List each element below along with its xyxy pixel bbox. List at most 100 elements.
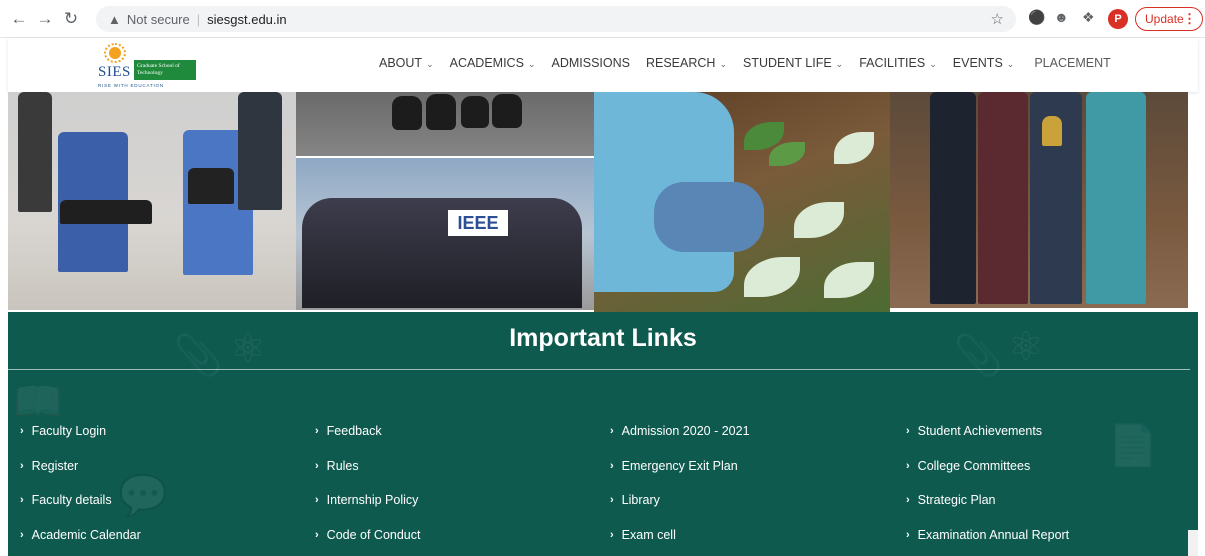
chevron-right-icon: ›	[315, 529, 319, 542]
link-student-achievements[interactable]: › Student Achievements	[906, 424, 1069, 459]
nav-admissions[interactable]: ADMISSIONS	[551, 56, 630, 70]
scrollbar[interactable]	[1188, 530, 1198, 556]
person-figure	[18, 92, 52, 212]
project-model	[60, 200, 152, 224]
nav-about[interactable]: ABOUT ⌄	[379, 56, 434, 70]
links-column-3: › Admission 2020 - 2021 › Emergency Exit P…	[610, 424, 750, 556]
link-library[interactable]: › Library	[610, 493, 750, 528]
link-emergency-exit-plan[interactable]: › Emergency Exit Plan	[610, 459, 750, 494]
plant-leaf	[834, 132, 874, 164]
person-figure	[930, 92, 976, 304]
chevron-right-icon: ›	[906, 494, 910, 507]
link-faculty-login[interactable]: › Faculty Login	[20, 424, 141, 459]
chevron-right-icon: ›	[610, 459, 614, 472]
chevron-right-icon: ›	[315, 459, 319, 472]
chevron-down-icon: ⌄	[426, 59, 434, 69]
link-code-of-conduct[interactable]: › Code of Conduct	[315, 528, 420, 556]
document-icon: 📄	[1108, 424, 1158, 468]
link-college-committees[interactable]: › College Committees	[906, 459, 1069, 494]
star-icon[interactable]: ☆	[991, 10, 1004, 28]
nav-academics[interactable]: ACADEMICS ⌄	[450, 56, 536, 70]
chevron-right-icon: ›	[20, 529, 24, 542]
update-label: Update	[1145, 12, 1184, 26]
security-label: Not secure	[126, 11, 190, 27]
nav-label: STUDENT LIFE	[743, 56, 832, 70]
chevron-right-icon: ›	[20, 459, 24, 472]
link-faculty-details[interactable]: › Faculty details	[20, 493, 141, 528]
photo-trophy-team	[890, 92, 1188, 308]
nav-label: PLACEMENT	[1034, 56, 1111, 70]
chevron-right-icon: ›	[20, 425, 24, 437]
nav-label: ADMISSIONS	[551, 56, 630, 70]
project-model	[188, 168, 234, 204]
nav-student-life[interactable]: STUDENT LIFE ⌄	[743, 56, 843, 70]
link-exam-cell[interactable]: › Exam cell	[610, 528, 750, 556]
links-column-4: › Student Achievements › College Committee…	[906, 424, 1069, 556]
link-label: Faculty Login	[31, 424, 107, 438]
nav-events[interactable]: EVENTS ⌄	[953, 56, 1015, 70]
chevron-right-icon: ›	[315, 425, 319, 437]
chevron-right-icon: ›	[20, 494, 24, 507]
link-label: Register	[31, 458, 79, 473]
link-rules[interactable]: › Rules	[315, 459, 420, 494]
kebab-menu-icon[interactable]: ⋮	[1183, 11, 1196, 27]
chevron-right-icon: ›	[610, 494, 614, 507]
bag-shape	[492, 94, 522, 128]
sies-logo[interactable]: SIES Graduate School of Technology RISE …	[98, 42, 208, 88]
bag-shape	[426, 94, 456, 130]
nav-label: EVENTS	[952, 56, 1003, 70]
jeans-figure	[654, 182, 764, 252]
link-academic-calendar[interactable]: › Academic Calendar	[20, 528, 141, 556]
link-label: Strategic Plan	[917, 493, 996, 508]
avatar[interactable]: P	[1108, 9, 1128, 29]
main-nav: ABOUT ⌄ ACADEMICS ⌄ ADMISSIONS RESEARCH ⌄ S…	[379, 56, 1127, 70]
link-strategic-plan[interactable]: › Strategic Plan	[906, 493, 1069, 528]
chevron-right-icon: ›	[906, 529, 910, 542]
plant-leaf	[744, 257, 800, 297]
photo-students-projects	[8, 92, 296, 310]
forward-arrow-icon[interactable]: →	[32, 6, 58, 32]
address-bar[interactable]: ▲ Not secure | siesgst.edu.in ☆	[96, 6, 1016, 32]
link-label: Library	[621, 493, 660, 508]
plant-leaf	[769, 142, 805, 166]
person-figure	[978, 92, 1028, 304]
link-examination-annual-report[interactable]: › Examination Annual Report	[906, 528, 1069, 556]
panda-extension-icon[interactable]: ☻	[1054, 9, 1069, 25]
extension-icon[interactable]: ⚫	[1028, 9, 1045, 26]
link-register[interactable]: › Register	[20, 459, 141, 494]
warning-icon: ▲	[108, 11, 121, 27]
photo-garbage-bags	[296, 92, 594, 156]
link-admission[interactable]: › Admission 2020 - 2021	[610, 424, 750, 459]
sun-icon	[104, 43, 126, 63]
reload-icon[interactable]: ↻	[58, 6, 84, 32]
link-label: Faculty details	[31, 493, 112, 508]
nav-research[interactable]: RESEARCH ⌄	[646, 56, 727, 70]
nav-label: FACILITIES	[859, 56, 926, 70]
link-label: Internship Policy	[326, 493, 419, 508]
plant-leaf	[794, 202, 844, 238]
puzzle-icon[interactable]: ❖	[1082, 9, 1095, 26]
person-figure	[238, 92, 282, 210]
group-figures	[302, 198, 582, 308]
link-feedback[interactable]: › Feedback	[315, 424, 420, 459]
nav-placement[interactable]: PLACEMENT	[1034, 56, 1110, 70]
browser-toolbar: ← → ↻ ▲ Not secure | siesgst.edu.in ☆ ⚫ …	[0, 0, 1205, 38]
bag-shape	[392, 96, 422, 130]
link-label: Emergency Exit Plan	[621, 458, 738, 473]
nav-label: ACADEMICS	[449, 56, 524, 70]
chevron-down-icon: ⌄	[835, 59, 844, 69]
update-button[interactable]: Update ⋮	[1135, 7, 1203, 31]
links-column-1: › Faculty Login › Register › Faculty detail…	[20, 424, 141, 556]
chevron-down-icon: ⌄	[719, 59, 727, 69]
important-links-section: 📎 ⚛ 📎 ⚛ 📖 💬 📄 Important Links › Faculty L…	[8, 312, 1198, 556]
trophy-icon	[1042, 116, 1062, 146]
link-label: Admission 2020 - 2021	[621, 424, 750, 438]
link-label: Feedback	[326, 424, 382, 438]
link-label: Examination Annual Report	[917, 528, 1070, 543]
back-arrow-icon[interactable]: ←	[6, 6, 32, 32]
nav-facilities[interactable]: FACILITIES ⌄	[859, 56, 937, 70]
divider	[8, 369, 1190, 370]
nav-label: RESEARCH	[645, 56, 716, 70]
site-header: SIES Graduate School of Technology RISE …	[8, 38, 1198, 92]
link-internship-policy[interactable]: › Internship Policy	[315, 493, 420, 528]
